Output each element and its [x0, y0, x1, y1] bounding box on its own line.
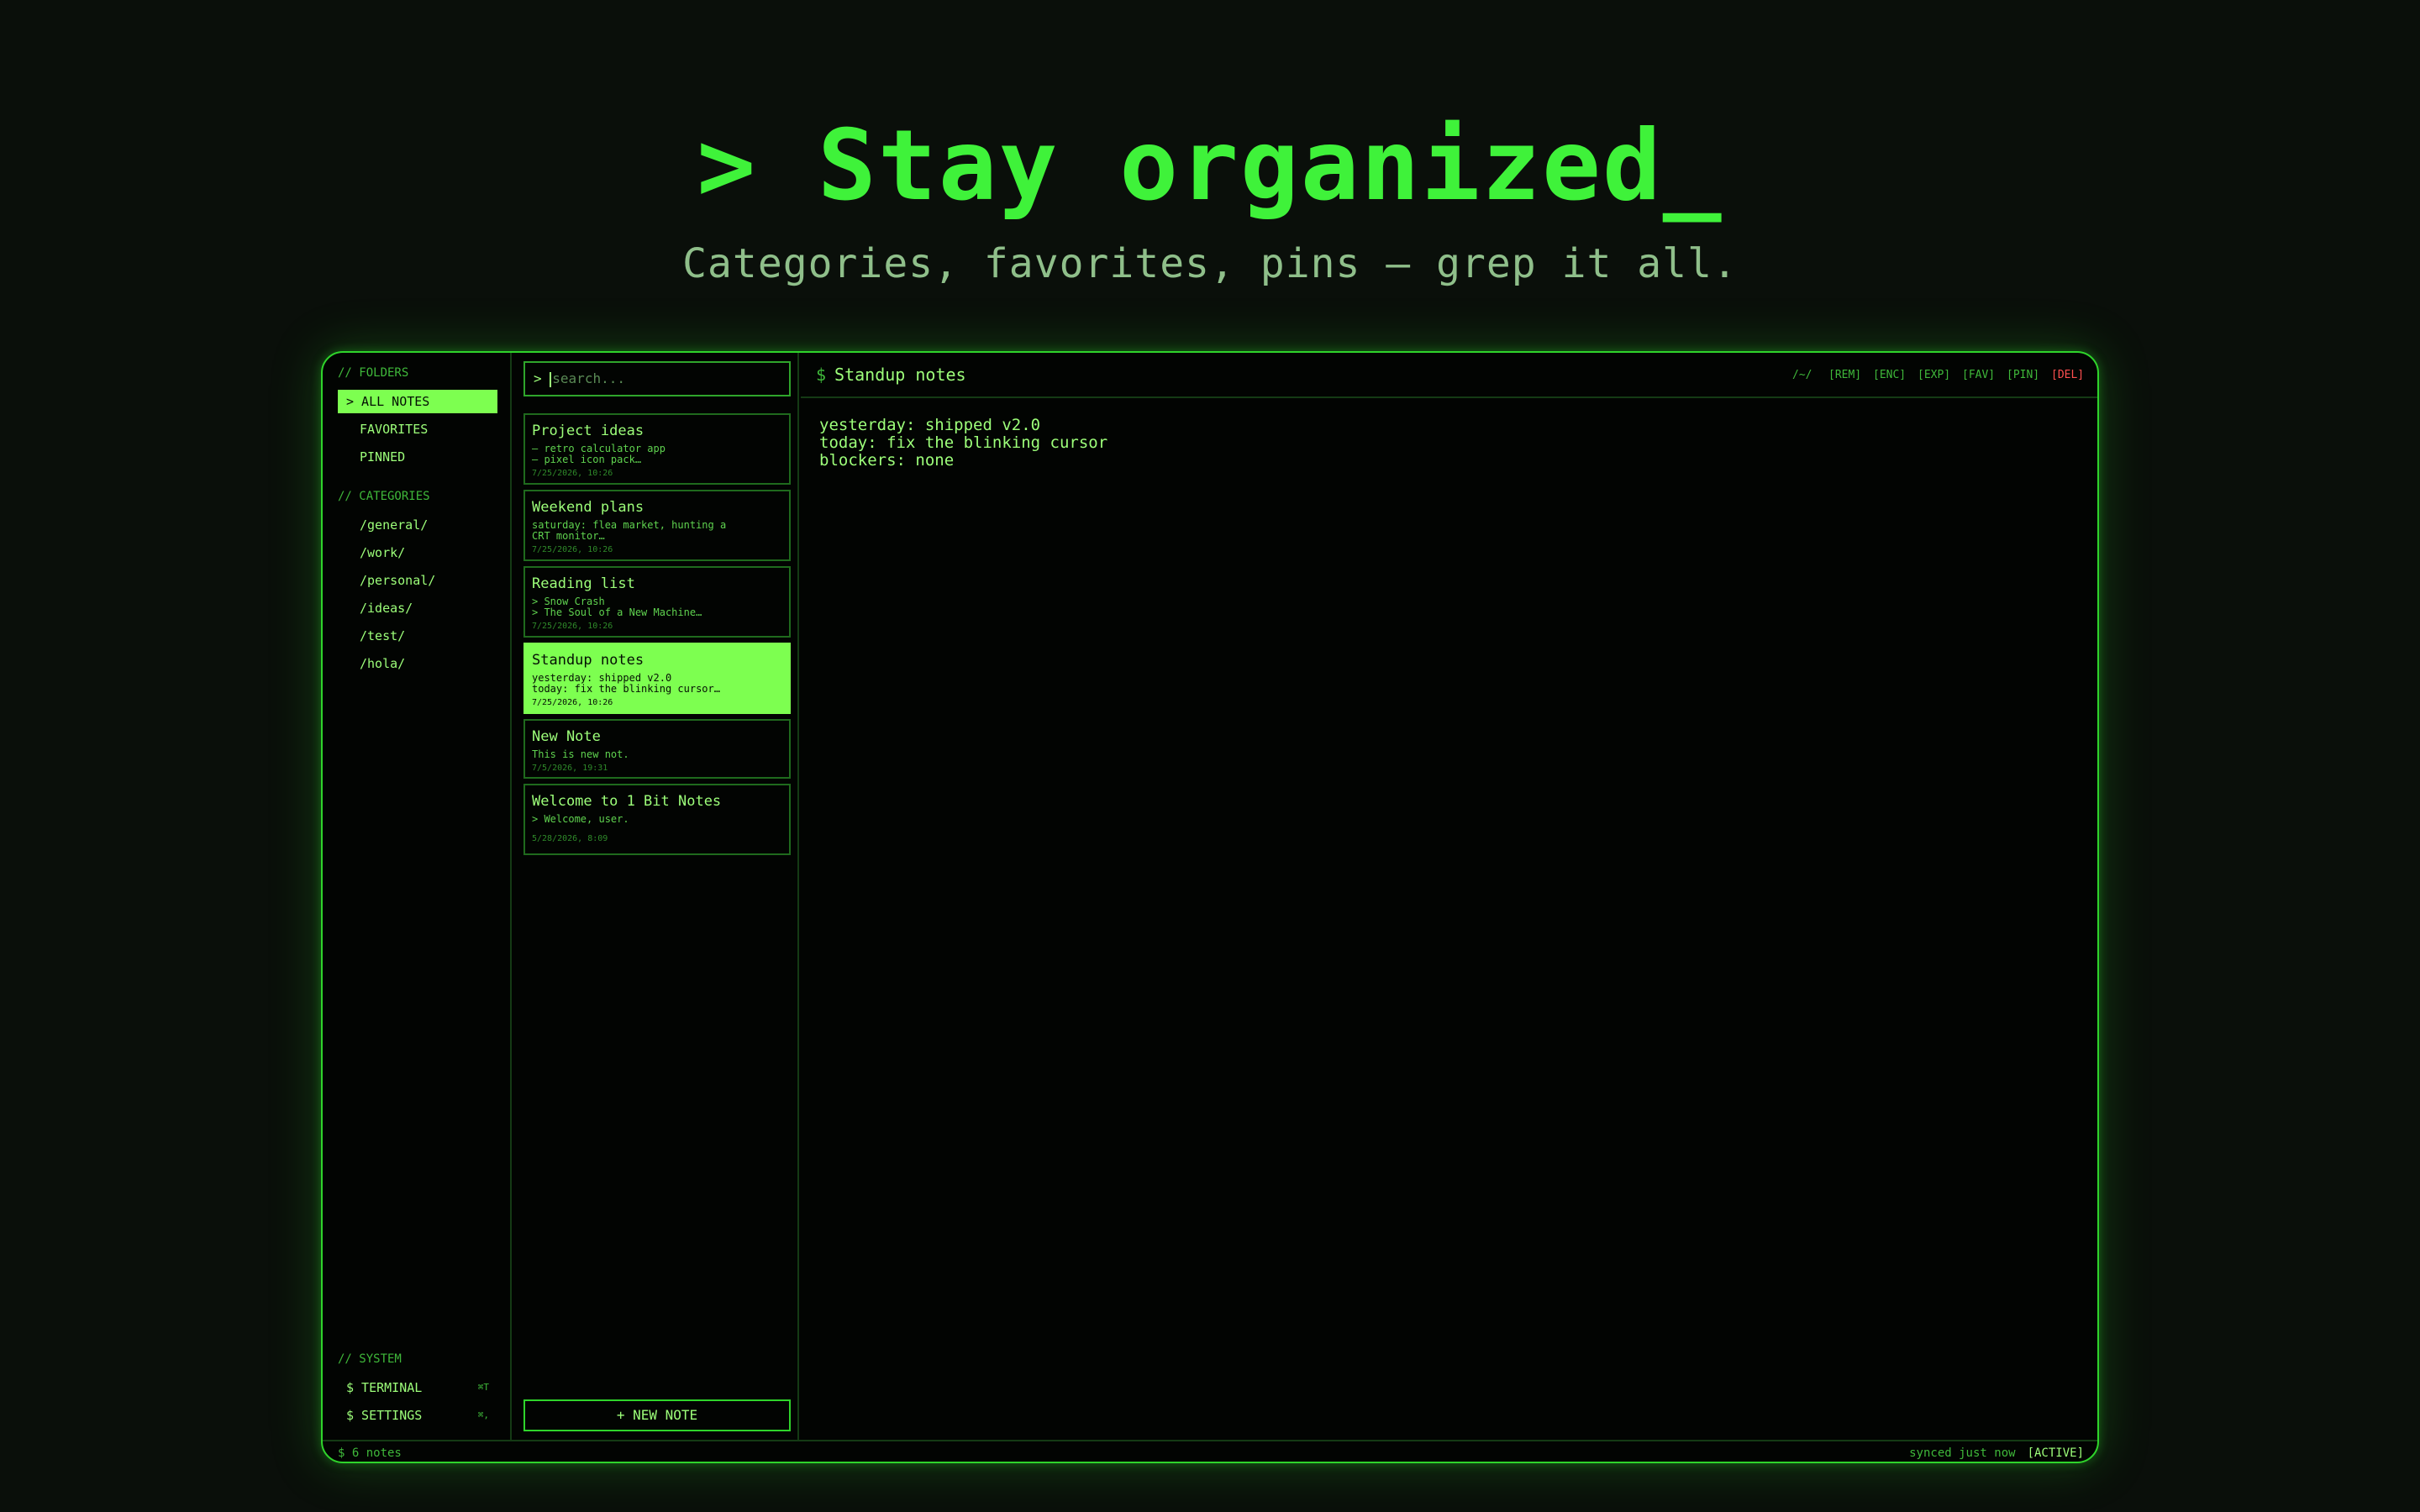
editor-title[interactable]: $ Standup notes — [816, 365, 966, 385]
remind-button[interactable]: [REM] — [1828, 369, 1861, 381]
note-count: $ 6 notes — [338, 1446, 402, 1460]
note-date: 7/25/2026, 10:26 — [532, 469, 613, 478]
new-note-button[interactable]: + NEW NOTE — [523, 1399, 791, 1431]
editor-line: today: fix the blinking cursor — [819, 433, 1108, 452]
editor-title-text: Standup notes — [834, 365, 966, 385]
note-card[interactable]: Reading list > Snow Crash > The Soul of … — [523, 566, 791, 638]
folders-label: // FOLDERS — [338, 366, 409, 380]
favorite-button[interactable]: [FAV] — [1962, 369, 1995, 381]
editor-prompt: $ — [816, 365, 827, 385]
hero-subtitle: Categories, favorites, pins — grep it al… — [682, 240, 1738, 287]
terminal-shortcut: ⌘T — [477, 1382, 489, 1393]
export-button[interactable]: [EXP] — [1918, 369, 1950, 381]
sidebar-item-favorites[interactable]: FAVORITES — [338, 417, 497, 441]
note-title: Weekend plans — [532, 499, 644, 516]
category-work[interactable]: /work/ — [338, 541, 497, 564]
note-preview: saturday: flea market, hunting a CRT mon… — [532, 519, 727, 542]
text-cursor — [550, 371, 552, 387]
sidebar-item-all-notes[interactable]: > ALL NOTES — [338, 390, 497, 413]
system-label: // SYSTEM — [338, 1352, 402, 1366]
search-prompt: > — [534, 370, 542, 386]
settings-shortcut: ⌘, — [477, 1410, 489, 1420]
note-preview: — retro calculator app — pixel icon pack… — [532, 443, 666, 465]
note-title: Standup notes — [532, 652, 644, 669]
editor-line: yesterday: shipped v2.0 — [819, 416, 1041, 434]
terminal-button[interactable]: $ TERMINAL ⌘T — [338, 1376, 497, 1399]
status-badge: [ACTIVE] — [2027, 1446, 2084, 1460]
editor-header: $ Standup notes /~/ [REM] [ENC] [EXP] [FA… — [801, 353, 2097, 398]
note-card[interactable]: New Note This is new not. 7/5/2026, 19:3… — [523, 719, 791, 779]
editor-panel: $ Standup notes /~/ [REM] [ENC] [EXP] [FA… — [801, 353, 2097, 1440]
editor-line: blockers: none — [819, 451, 955, 470]
category-general[interactable]: /general/ — [338, 513, 497, 537]
category-test[interactable]: /test/ — [338, 624, 497, 648]
note-date: 7/25/2026, 10:26 — [532, 545, 613, 554]
search-input[interactable]: > search... — [523, 361, 791, 396]
note-title: Project ideas — [532, 423, 644, 439]
note-preview: > Welcome, user. — [532, 813, 629, 825]
sidebar-item-pinned[interactable]: PINNED — [338, 445, 497, 469]
note-preview: This is new not. — [532, 748, 629, 760]
home-path-button[interactable]: /~/ — [1792, 369, 1812, 381]
note-card[interactable]: Project ideas — retro calculator app — p… — [523, 413, 791, 485]
note-card[interactable]: Welcome to 1 Bit Notes > Welcome, user. … — [523, 784, 791, 855]
sync-status: synced just now [ACTIVE] — [1909, 1446, 2084, 1460]
editor-body[interactable]: yesterday: shipped v2.0 today: fix the b… — [819, 417, 1107, 470]
notes-list-panel: > search... Project ideas — retro calcul… — [513, 353, 799, 1440]
terminal-label: $ TERMINAL — [346, 1380, 423, 1395]
delete-button[interactable]: [DEL] — [2051, 369, 2084, 381]
note-title: Welcome to 1 Bit Notes — [532, 793, 722, 810]
sync-text: synced just now — [1909, 1446, 2016, 1460]
pin-button[interactable]: [PIN] — [2007, 369, 2039, 381]
categories-label: // CATEGORIES — [338, 490, 430, 503]
note-card[interactable]: Weekend plans saturday: flea market, hun… — [523, 490, 791, 561]
sidebar: // FOLDERS > ALL NOTES FAVORITES PINNED … — [323, 353, 512, 1440]
note-title: Reading list — [532, 575, 635, 592]
note-preview: yesterday: shipped v2.0 today: fix the b… — [532, 672, 720, 695]
note-date: 7/25/2026, 10:26 — [532, 622, 613, 631]
category-hola[interactable]: /hola/ — [338, 652, 497, 675]
note-date: 5/28/2026, 8:09 — [532, 834, 608, 843]
settings-label: $ SETTINGS — [346, 1408, 423, 1423]
category-personal[interactable]: /personal/ — [338, 569, 497, 592]
note-title: New Note — [532, 728, 601, 745]
status-bar: $ 6 notes synced just now [ACTIVE] — [323, 1440, 2097, 1462]
search-placeholder: search... — [552, 370, 625, 386]
settings-button[interactable]: $ SETTINGS ⌘, — [338, 1404, 497, 1427]
app-window: // FOLDERS > ALL NOTES FAVORITES PINNED … — [321, 351, 2099, 1463]
note-date: 7/25/2026, 10:26 — [532, 698, 613, 707]
note-card-selected[interactable]: Standup notes yesterday: shipped v2.0 to… — [523, 643, 791, 714]
encrypt-button[interactable]: [ENC] — [1873, 369, 1906, 381]
hero-title: > Stay organized_ — [697, 109, 1723, 223]
note-preview: > Snow Crash > The Soul of a New Machine… — [532, 596, 702, 618]
category-ideas[interactable]: /ideas/ — [338, 596, 497, 620]
note-date: 7/5/2026, 19:31 — [532, 764, 608, 773]
